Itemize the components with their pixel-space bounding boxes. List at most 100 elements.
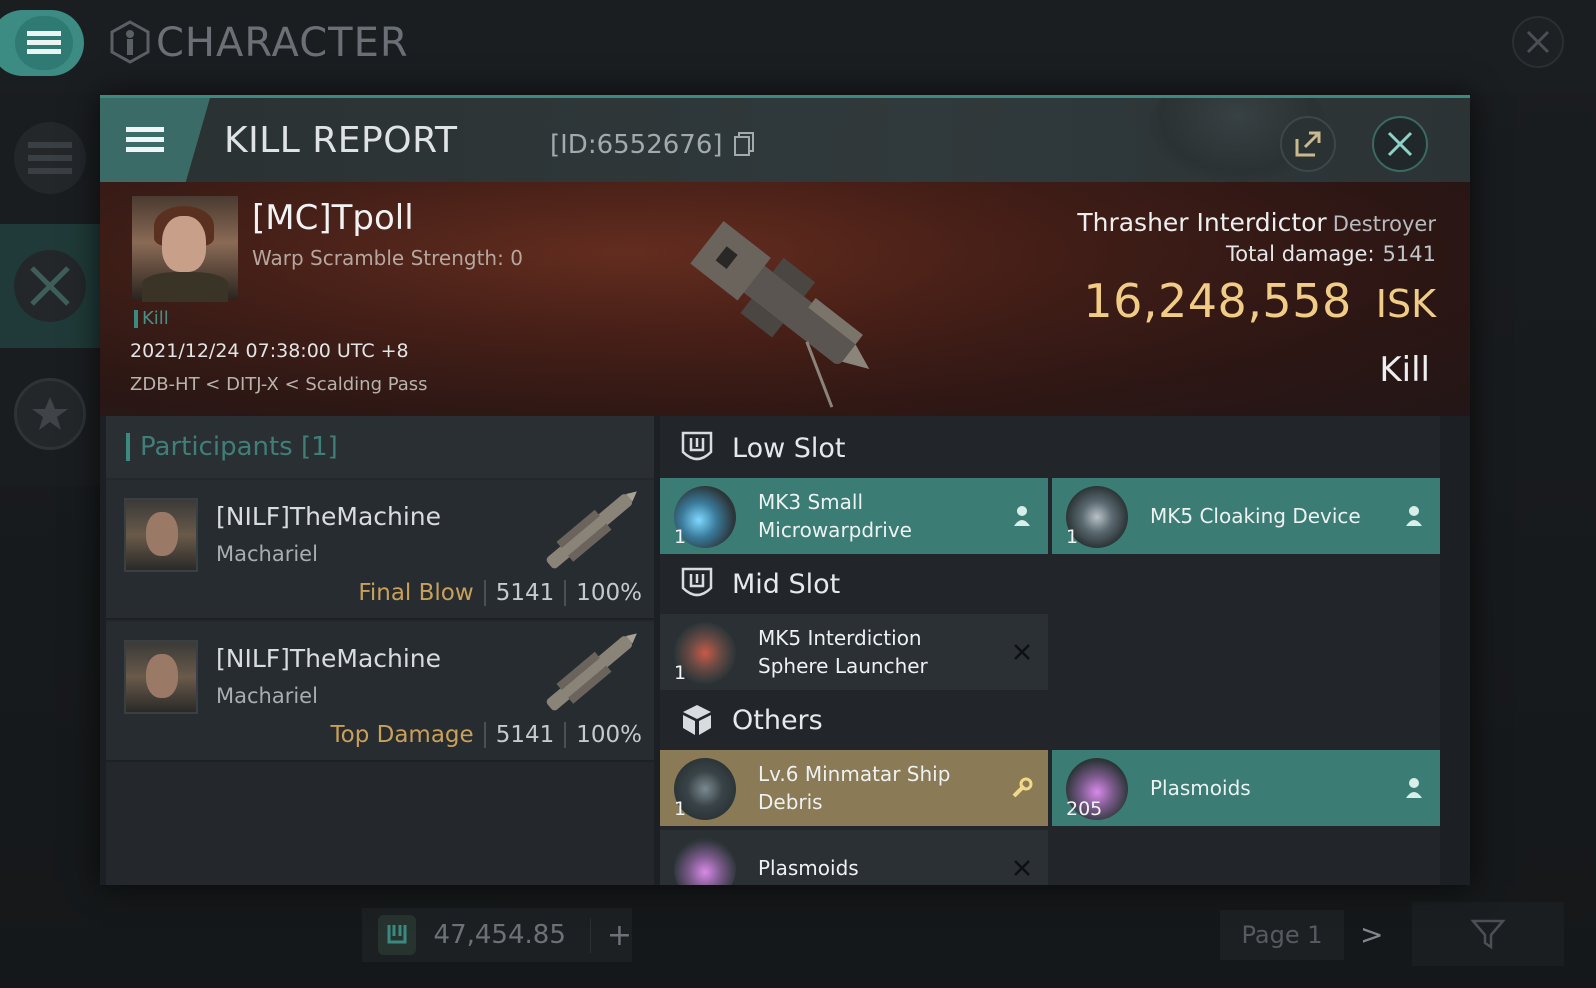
participant-stats: Top Damage 5141 100%: [330, 722, 642, 748]
participant-stats: Final Blow 5141 100%: [358, 580, 642, 606]
item-name: MK5 Interdiction Sphere Launcher: [758, 624, 998, 680]
item-minmatar-ship-debris[interactable]: 1 Lv.6 Minmatar Ship Debris: [660, 750, 1048, 826]
total-damage-label: Total damage:: [1225, 242, 1375, 266]
item-mk5-cloaking-device[interactable]: 1 MK5 Cloaking Device: [1052, 478, 1440, 554]
mid-slot-header: Mid Slot: [660, 552, 1440, 616]
item-quantity: 205: [1066, 798, 1103, 820]
character-header: CHARACTER: [0, 0, 1596, 92]
item-quantity: 1: [1066, 526, 1079, 548]
ship-name-text: Thrasher Interdictor: [1077, 208, 1327, 237]
participant-ship-image: [546, 633, 637, 711]
menu-icon: [126, 127, 164, 152]
wallet-icon: [378, 915, 416, 955]
item-name-line1: MK3 Small: [758, 490, 863, 514]
participants-panel: Participants [1] [NILF]TheMachine Machar…: [106, 416, 654, 885]
item-name-line1: MK5 Interdiction: [758, 626, 922, 650]
item-name: Lv.6 Minmatar Ship Debris: [758, 760, 998, 816]
others-header: Others: [660, 688, 1440, 752]
victim-avatar[interactable]: [132, 196, 238, 302]
mid-slot-title: Mid Slot: [732, 568, 841, 600]
kill-id[interactable]: [ID:6552676]: [550, 130, 755, 160]
isk-unit: ISK: [1375, 282, 1436, 326]
kill-tag: Kill: [134, 310, 169, 328]
participant-tag: Top Damage: [330, 722, 474, 748]
character-close-button[interactable]: [1512, 16, 1564, 68]
rail-item-combat[interactable]: [0, 224, 100, 348]
participant-percent: 100%: [576, 580, 642, 606]
item-quantity: 1: [674, 662, 687, 684]
participant-name: [NILF]TheMachine: [216, 644, 442, 673]
wallet-value: 47,454.85: [433, 920, 566, 950]
copy-icon: [733, 132, 754, 156]
kill-datetime: 2021/12/24 07:38:00 UTC +8: [130, 340, 409, 362]
wallet-add-button[interactable]: +: [589, 917, 632, 953]
wallet-bar: 47,454.85 +: [362, 908, 632, 962]
item-name-line2: Sphere Launcher: [758, 654, 928, 678]
item-name: MK5 Cloaking Device: [1150, 504, 1361, 528]
dialog-title: KILL REPORT: [224, 120, 458, 161]
participant-avatar[interactable]: [124, 498, 198, 572]
destroyed-x-icon: [1008, 638, 1036, 666]
wrench-icon: [1008, 774, 1036, 802]
item-name-line1: Lv.6 Minmatar Ship: [758, 762, 951, 786]
main-menu-button[interactable]: [0, 10, 84, 76]
cargo-box-icon: [680, 702, 714, 738]
isk-value: 16,248,558: [1083, 274, 1352, 328]
share-button[interactable]: [1280, 116, 1336, 172]
item-name: Plasmoids: [1150, 776, 1251, 800]
item-mk3-small-microwarpdrive[interactable]: 1 MK3 Small Microwarpdrive: [660, 478, 1048, 554]
rail-item-favorites[interactable]: [0, 352, 100, 476]
dialog-close-button[interactable]: [1372, 116, 1428, 172]
close-icon: [1387, 131, 1413, 157]
victim-ship-image: [690, 220, 870, 408]
others-title: Others: [732, 704, 823, 736]
dropped-person-icon: [1400, 774, 1428, 802]
participant-ship: Machariel: [216, 542, 318, 566]
list-icon: [28, 142, 72, 174]
dropped-person-icon: [1400, 502, 1428, 530]
kill-location[interactable]: ZDB-HT < DITJ-X < Scalding Pass: [130, 374, 428, 395]
participant-ship: Machariel: [216, 684, 318, 708]
filter-button[interactable]: [1412, 902, 1564, 966]
dropped-person-icon: [1008, 502, 1036, 530]
participant-percent: 100%: [576, 722, 642, 748]
item-mk5-interdiction-sphere-launcher[interactable]: 1 MK5 Interdiction Sphere Launcher: [660, 614, 1048, 690]
star-icon: [32, 397, 68, 430]
item-quantity: 1: [674, 798, 687, 820]
share-icon: [1295, 131, 1321, 157]
item-plasmoids[interactable]: 205 Plasmoids: [1052, 750, 1440, 826]
plasmoids-icon: [674, 838, 736, 885]
participant-row[interactable]: [NILF]TheMachine Machariel Final Blow 51…: [106, 480, 654, 620]
rail-item-list[interactable]: [0, 96, 100, 220]
next-page-button[interactable]: >: [1360, 918, 1383, 951]
participant-damage: 5141: [495, 722, 555, 748]
victim-ship[interactable]: Thrasher Interdictor Destroyer: [1077, 208, 1436, 237]
character-icon: [110, 20, 150, 64]
participant-name: [NILF]TheMachine: [216, 502, 442, 531]
participant-damage: 5141: [495, 580, 555, 606]
item-plasmoids-destroyed[interactable]: Plasmoids: [660, 830, 1048, 885]
item-name: MK3 Small Microwarpdrive: [758, 488, 998, 544]
dialog-menu-button[interactable]: [100, 98, 210, 182]
low-slot-header: Low Slot: [660, 416, 1440, 480]
item-quantity: 1: [674, 526, 687, 548]
participants-title: Participants [1]: [140, 432, 338, 462]
menu-icon: [27, 31, 61, 54]
filter-icon: [1471, 919, 1505, 950]
item-name-line2: Debris: [758, 790, 823, 814]
kill-status: Kill: [1379, 350, 1430, 390]
low-slot-icon: [680, 430, 714, 466]
character-title: CHARACTER: [156, 20, 409, 66]
warp-scramble-strength: Warp Scramble Strength: 0: [252, 246, 523, 270]
kill-summary-banner: [MC]Tpoll Warp Scramble Strength: 0 Kill…: [100, 182, 1470, 416]
kill-id-text: [ID:6552676]: [550, 130, 723, 160]
victim-name[interactable]: [MC]Tpoll: [252, 198, 414, 238]
participants-header: Participants [1]: [106, 416, 654, 478]
left-rail: [0, 96, 100, 486]
participant-avatar[interactable]: [124, 640, 198, 714]
participant-row[interactable]: [NILF]TheMachine Machariel Top Damage 51…: [106, 622, 654, 762]
isk-value-line: 16,248,558 ISK: [1083, 274, 1436, 328]
page-selector[interactable]: Page 1: [1220, 910, 1344, 960]
crossed-swords-icon: [30, 266, 70, 306]
fitting-panel: Low Slot 1 MK3 Small Microwarpdrive 1 MK5…: [660, 416, 1440, 885]
